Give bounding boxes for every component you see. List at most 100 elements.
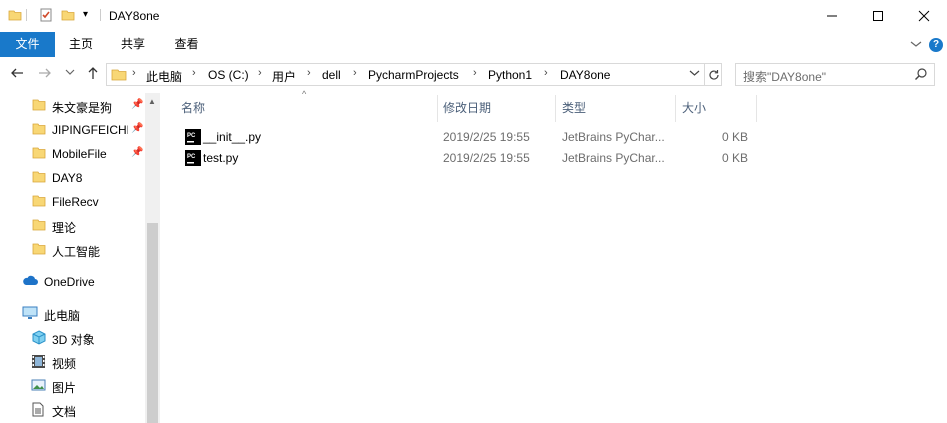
file-name: __init__.py [203, 130, 262, 144]
divider [100, 9, 101, 21]
folder-icon [32, 146, 46, 163]
new-folder-icon[interactable] [61, 8, 75, 25]
document-icon [31, 402, 45, 420]
refresh-icon [708, 69, 719, 80]
cube-3d-icon [31, 330, 47, 348]
sidebar-item-label: 文档 [52, 405, 77, 419]
forward-arrow-icon [39, 68, 51, 78]
file-row[interactable]: PC __init__.py 2019/2/25 19:55 JetBrains… [177, 127, 757, 148]
file-type: JetBrains PyChar... [562, 151, 665, 165]
file-type: JetBrains PyChar... [562, 130, 665, 144]
title-bar: ▾ DAY8one [0, 0, 947, 32]
breadcrumb-users[interactable]: 用户 [272, 68, 296, 85]
sidebar-item-ai[interactable]: 人工智能 [0, 238, 145, 262]
breadcrumb-dell[interactable]: dell [322, 68, 341, 82]
tab-home[interactable]: 主页 [55, 32, 107, 57]
sidebar-item-onedrive[interactable]: OneDrive [0, 270, 145, 294]
column-header-type[interactable]: 类型 [556, 95, 676, 122]
sidebar-item-pictures[interactable]: 图片 [0, 374, 145, 398]
chevron-right-icon[interactable]: › [473, 67, 477, 79]
sidebar-item-day8[interactable]: DAY8 [0, 166, 145, 190]
file-modified: 2019/2/25 19:55 [443, 151, 530, 165]
recent-locations-button[interactable] [65, 67, 75, 80]
sidebar-scrollbar[interactable]: ▲ [145, 93, 160, 423]
pycharm-file-icon: PC [185, 150, 201, 169]
sidebar-item-videos[interactable]: 视频 [0, 350, 145, 374]
sidebar-item-label: 3D 对象 [52, 333, 95, 347]
sidebar-item-mobilefile[interactable]: MobileFile 📌 [0, 142, 145, 166]
sidebar-item-3d-objects[interactable]: 3D 对象 [0, 326, 145, 350]
expand-ribbon-icon[interactable] [910, 38, 922, 52]
chevron-right-icon[interactable]: › [132, 67, 136, 79]
file-list: ^ 名称 修改日期 类型 大小 PC __init__.py 2019/2/25… [160, 89, 947, 423]
tab-view[interactable]: 查看 [159, 32, 214, 57]
chevron-right-icon[interactable]: › [258, 67, 262, 79]
chevron-right-icon[interactable]: › [192, 67, 196, 79]
breadcrumb-pycharmprojects[interactable]: PycharmProjects [368, 68, 459, 82]
chevron-right-icon[interactable]: › [353, 67, 357, 79]
maximize-button[interactable] [855, 0, 901, 32]
pin-icon: 📌 [131, 99, 144, 110]
folder-icon [32, 218, 46, 235]
column-header-size[interactable]: 大小 [676, 95, 757, 122]
tab-file[interactable]: 文件 [0, 32, 55, 57]
sidebar-item-documents[interactable]: 文档 [0, 398, 145, 422]
chevron-right-icon[interactable]: › [307, 67, 311, 79]
sidebar-item-this-pc[interactable]: 此电脑 [0, 302, 145, 326]
chevron-down-icon [65, 69, 75, 75]
customize-toolbar-icon[interactable]: ▾ [83, 9, 88, 20]
pycharm-file-icon: PC [185, 129, 201, 148]
sidebar-item-label: FileRecv [52, 195, 99, 209]
column-header-name[interactable]: 名称 [175, 95, 438, 122]
pin-icon: 📌 [131, 123, 144, 134]
window-title: DAY8one [109, 9, 160, 23]
folder-icon [32, 98, 46, 115]
search-placeholder: 搜索"DAY8one" [743, 70, 826, 84]
scrollbar-thumb[interactable] [147, 223, 158, 423]
tab-share[interactable]: 共享 [107, 32, 159, 57]
folder-icon [32, 122, 46, 139]
address-bar[interactable]: › 此电脑 › OS (C:) › 用户 › dell › PycharmPro… [106, 63, 722, 86]
breadcrumb-this-pc[interactable]: 此电脑 [146, 68, 182, 85]
sidebar-item-label: DAY8 [52, 171, 83, 185]
sidebar-item-label: 朱文豪是狗 [52, 101, 113, 115]
navigation-pane: 朱文豪是狗 📌 JIPINGFEICHE 📌 MobileFile 📌 DAY8… [0, 93, 160, 423]
breadcrumb-drive-c[interactable]: OS (C:) [208, 68, 249, 82]
search-icon[interactable] [914, 67, 928, 84]
minimize-icon [827, 15, 837, 17]
sidebar-item-jipingfeiche[interactable]: JIPINGFEICHE 📌 [0, 118, 145, 142]
chevron-right-icon[interactable]: › [544, 67, 548, 79]
back-button[interactable] [10, 66, 24, 83]
sidebar-item-label: 视频 [52, 357, 77, 371]
sidebar-item-filerecv[interactable]: FileRecv [0, 190, 145, 214]
minimize-button[interactable] [809, 0, 855, 32]
chevron-down-icon [689, 70, 700, 76]
file-size: 0 KB [722, 151, 749, 165]
refresh-button[interactable] [704, 63, 722, 86]
pin-icon: 📌 [131, 147, 144, 158]
svg-text:PC: PC [187, 133, 196, 139]
sidebar-item-label: MobileFile [52, 147, 107, 161]
close-icon [918, 10, 930, 22]
up-button[interactable] [86, 66, 100, 83]
properties-icon[interactable] [39, 8, 53, 25]
sidebar-item-label: 图片 [52, 381, 77, 395]
maximize-icon [873, 11, 883, 21]
close-button[interactable] [901, 0, 947, 32]
search-input[interactable]: 搜索"DAY8one" [735, 63, 935, 86]
address-history-button[interactable] [689, 68, 700, 81]
help-icon[interactable]: ? [929, 38, 943, 52]
forward-button[interactable] [38, 66, 52, 83]
file-size: 0 KB [722, 130, 749, 144]
file-row[interactable]: PC test.py 2019/2/25 19:55 JetBrains PyC… [177, 148, 757, 169]
computer-icon [22, 306, 38, 323]
column-header-date[interactable]: 修改日期 [437, 95, 556, 122]
breadcrumb-day8one[interactable]: DAY8one [560, 68, 610, 82]
sidebar-item-zhuwenhao[interactable]: 朱文豪是狗 📌 [0, 94, 145, 118]
sidebar-item-label: 此电脑 [44, 309, 81, 323]
svg-text:PC: PC [187, 154, 196, 160]
back-arrow-icon [11, 68, 23, 78]
scroll-up-icon[interactable]: ▲ [148, 97, 156, 106]
breadcrumb-python1[interactable]: Python1 [488, 68, 532, 82]
sidebar-item-theory[interactable]: 理论 [0, 214, 145, 238]
